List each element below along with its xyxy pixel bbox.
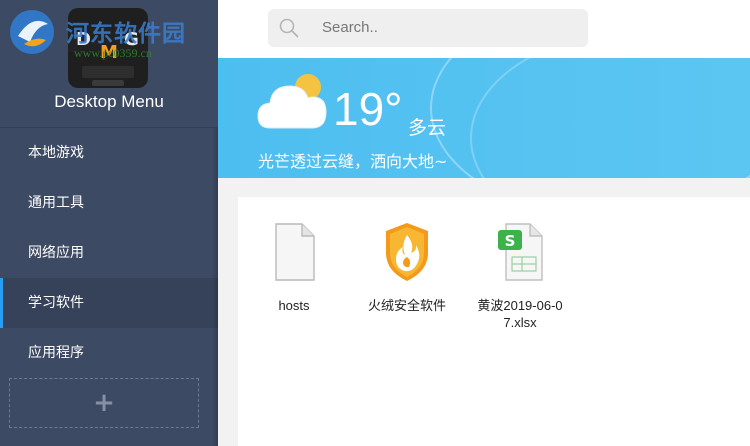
add-category-button[interactable]: + [9, 378, 199, 428]
app-title: Desktop Menu [54, 92, 164, 111]
huorong-shield-icon [386, 223, 428, 281]
weather-banner: 19° 多云 光芒透过云缝，洒向大地~ [218, 58, 750, 178]
spreadsheet-file-icon: S [498, 223, 543, 281]
sidebar-item-general-tools[interactable]: 通用工具 [0, 178, 218, 228]
search-box[interactable] [268, 9, 588, 47]
file-grid: hosts 火绒安全软件 S 黄波2019-06-07.xlsx [238, 197, 750, 446]
file-name: 黄波2019-06-07.xlsx [477, 298, 563, 330]
partly-cloudy-icon [257, 74, 327, 129]
file-name: hosts [278, 298, 310, 313]
file-item-xlsx[interactable]: S 黄波2019-06-07.xlsx [472, 221, 568, 331]
weather-condition: 多云 [408, 117, 447, 139]
weather-tagline: 光芒透过云缝，洒向大地~ [258, 152, 448, 171]
watermark-logo-icon [10, 10, 54, 54]
sidebar-item-network-apps[interactable]: 网络应用 [0, 228, 218, 278]
watermark-url: www.pc0359.cn [74, 46, 152, 60]
search-icon [279, 18, 299, 38]
blank-file-icon [275, 223, 315, 281]
temperature: 19° [333, 83, 403, 135]
sidebar-item-learning-software[interactable]: 学习软件 [0, 278, 218, 328]
svg-text:S: S [505, 232, 516, 250]
watermark-text: 河东软件园 [66, 21, 186, 47]
file-item-huorong[interactable]: 火绒安全软件 [359, 221, 455, 314]
sidebar-item-applications[interactable]: 应用程序 [0, 328, 218, 378]
search-input[interactable] [322, 9, 572, 47]
top-bar [218, 0, 750, 58]
file-item-hosts[interactable]: hosts [246, 221, 342, 314]
sidebar-item-local-games[interactable]: 本地游戏 [0, 128, 218, 178]
file-name: 火绒安全软件 [367, 298, 446, 313]
sidebar: D M G Desktop Menu 本地游戏 通用工具 网络应用 学习软件 应… [0, 0, 218, 446]
